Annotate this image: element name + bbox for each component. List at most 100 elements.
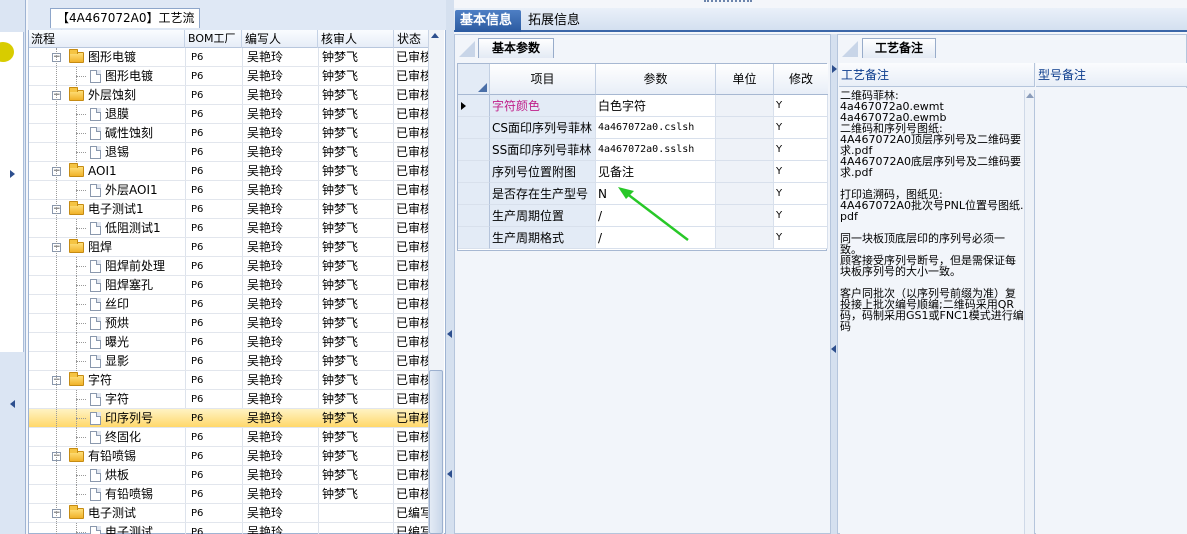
row-header[interactable]	[458, 139, 490, 161]
column-header-author[interactable]: 编写人	[243, 30, 318, 48]
column-header-status[interactable]: 状态	[395, 30, 431, 48]
row-header[interactable]	[458, 95, 490, 117]
grid-header-unit[interactable]: 单位	[716, 64, 774, 95]
reviewer-cell: 钟梦飞	[322, 278, 359, 292]
tree-row[interactable]: 曝光 P6 吴艳玲 钟梦飞 已审核	[29, 333, 431, 352]
param-item-cell: 字符颜色	[490, 95, 596, 117]
process-flow-tab[interactable]: 【4A467072A0】工艺流程	[50, 8, 200, 43]
param-modify-cell[interactable]: Y	[774, 117, 828, 139]
param-unit-cell[interactable]	[716, 139, 774, 161]
tree-row[interactable]: 外层AOI1 P6 吴艳玲 钟梦飞 已审核	[29, 181, 431, 200]
tree-row[interactable]: 阻焊前处理 P6 吴艳玲 钟梦飞 已审核	[29, 257, 431, 276]
param-value-cell[interactable]: 4a467072a0.cslsh	[596, 117, 716, 139]
param-row[interactable]: 序列号位置附图 见备注 Y	[458, 161, 828, 183]
tree-row[interactable]: 字符 P6 吴艳玲 钟梦飞 已审核	[29, 390, 431, 409]
tree-row[interactable]: 图形电镀 P6 吴艳玲 钟梦飞 已审核	[29, 67, 431, 86]
tree-row[interactable]: 预烘 P6 吴艳玲 钟梦飞 已审核	[29, 314, 431, 333]
tab-basic-params[interactable]: 基本参数	[478, 38, 554, 58]
param-modify-cell[interactable]: Y	[774, 205, 828, 227]
reviewer-cell: 钟梦飞	[322, 50, 359, 64]
notes-scroll-up-icon[interactable]	[1026, 93, 1034, 98]
tree-row[interactable]: 低阻测试1 P6 吴艳玲 钟梦飞 已审核	[29, 219, 431, 238]
row-header[interactable]	[458, 117, 490, 139]
param-row[interactable]: CS面印序列号菲林 4a467072a0.cslsh Y	[458, 117, 828, 139]
column-header-bom[interactable]: BOM工厂	[186, 30, 242, 48]
tree-row[interactable]: − 字符 P6 吴艳玲 钟梦飞 已审核	[29, 371, 431, 390]
column-header-reviewer[interactable]: 核审人	[319, 30, 394, 48]
process-notes-text[interactable]: 二维码菲林: 4a467072a0.ewmt 4a467072a0.ewmb 二…	[840, 90, 1024, 534]
grid-header-modify[interactable]: 修改	[774, 64, 828, 95]
grid-header-param[interactable]: 参数	[596, 64, 716, 95]
expand-right-icon[interactable]	[10, 170, 15, 178]
tree-row[interactable]: − AOI1 P6 吴艳玲 钟梦飞 已审核	[29, 162, 431, 181]
tree-row[interactable]: 有铅喷锡 P6 吴艳玲 钟梦飞 已审核	[29, 485, 431, 504]
tree-row[interactable]: − 电子测试1 P6 吴艳玲 钟梦飞 已审核	[29, 200, 431, 219]
tree-row[interactable]: 丝印 P6 吴艳玲 钟梦飞 已审核	[29, 295, 431, 314]
param-unit-cell[interactable]	[716, 183, 774, 205]
tree-row[interactable]: 电子测试 P6 吴艳玲 已编写	[29, 523, 431, 534]
tab-process-notes[interactable]: 工艺备注	[862, 38, 936, 58]
tree-row[interactable]: − 阻焊 P6 吴艳玲 钟梦飞 已审核	[29, 238, 431, 257]
row-header[interactable]	[458, 161, 490, 183]
author-cell: 吴艳玲	[247, 392, 284, 406]
tree-node-label: 电子测试1	[88, 202, 144, 216]
splitter2-collapse-icon[interactable]	[831, 345, 836, 353]
param-unit-cell[interactable]	[716, 95, 774, 117]
param-modify-cell[interactable]: Y	[774, 183, 828, 205]
tree-node-label: 字符	[105, 392, 130, 406]
tree-row[interactable]: 印序列号 P6 吴艳玲 钟梦飞 已审核	[29, 409, 431, 428]
tab-extended-info[interactable]: 拓展信息	[528, 10, 588, 32]
param-modify-cell[interactable]: Y	[774, 161, 828, 183]
author-cell: 吴艳玲	[247, 202, 284, 216]
bom-cell: P6	[191, 432, 204, 443]
param-unit-cell[interactable]	[716, 117, 774, 139]
model-notes-text[interactable]	[1036, 88, 1187, 534]
notes-scrollbar[interactable]	[1024, 90, 1035, 534]
tree-row[interactable]: − 图形电镀 P6 吴艳玲 钟梦飞 已审核	[29, 48, 431, 67]
status-cell: 已审核	[396, 221, 431, 235]
tree-row[interactable]: 碱性蚀刻 P6 吴艳玲 钟梦飞 已审核	[29, 124, 431, 143]
tab-basic-info[interactable]: 基本信息	[455, 10, 521, 32]
param-row[interactable]: 字符颜色 白色字符 Y	[458, 95, 828, 117]
tree-row[interactable]: 终固化 P6 吴艳玲 钟梦飞 已审核	[29, 428, 431, 447]
param-modify-cell[interactable]: Y	[774, 95, 828, 117]
status-cell: 已审核	[396, 335, 431, 349]
collapse-left-icon[interactable]	[10, 400, 15, 408]
row-header[interactable]	[458, 227, 490, 249]
bom-cell: P6	[191, 375, 204, 386]
row-header[interactable]	[458, 205, 490, 227]
bom-cell: P6	[191, 299, 204, 310]
scroll-up-icon[interactable]	[431, 33, 439, 38]
tree-row[interactable]: 显影 P6 吴艳玲 钟梦飞 已审核	[29, 352, 431, 371]
param-value-cell[interactable]: 4a467072a0.sslsh	[596, 139, 716, 161]
tree-row[interactable]: 退锡 P6 吴艳玲 钟梦飞 已审核	[29, 143, 431, 162]
top-grip-handle[interactable]	[704, 0, 752, 5]
param-unit-cell[interactable]	[716, 161, 774, 183]
tree-row[interactable]: 阻焊塞孔 P6 吴艳玲 钟梦飞 已审核	[29, 276, 431, 295]
param-value-cell[interactable]: 白色字符	[596, 95, 716, 117]
splitter-collapse-icon[interactable]	[447, 330, 452, 338]
splitter-collapse-icon-2[interactable]	[447, 470, 452, 478]
status-cell: 已审核	[396, 88, 431, 102]
tree-scroll-thumb[interactable]	[429, 370, 443, 534]
column-header-flow[interactable]: 流程	[29, 30, 185, 48]
tree-row[interactable]: 烘板 P6 吴艳玲 钟梦飞 已审核	[29, 466, 431, 485]
reviewer-cell: 钟梦飞	[322, 468, 359, 482]
param-value-cell[interactable]: 见备注	[596, 161, 716, 183]
param-unit-cell[interactable]	[716, 205, 774, 227]
param-unit-cell[interactable]	[716, 227, 774, 249]
param-row[interactable]: SS面印序列号菲林 4a467072a0.sslsh Y	[458, 139, 828, 161]
tree-row[interactable]: − 电子测试 P6 吴艳玲 已编写	[29, 504, 431, 523]
tree-node-label: 阻焊塞孔	[105, 278, 154, 292]
tree-row[interactable]: 退膜 P6 吴艳玲 钟梦飞 已审核	[29, 105, 431, 124]
author-cell: 吴艳玲	[247, 69, 284, 83]
reviewer-cell: 钟梦飞	[322, 335, 359, 349]
grid-header-item[interactable]: 项目	[490, 64, 596, 95]
row-header[interactable]	[458, 183, 490, 205]
tree-row[interactable]: − 外层蚀刻 P6 吴艳玲 钟梦飞 已审核	[29, 86, 431, 105]
param-modify-cell[interactable]: Y	[774, 139, 828, 161]
panel-splitter[interactable]	[446, 0, 454, 534]
param-modify-cell[interactable]: Y	[774, 227, 828, 249]
tree-row[interactable]: − 有铅喷锡 P6 吴艳玲 钟梦飞 已审核	[29, 447, 431, 466]
reviewer-cell: 钟梦飞	[322, 240, 359, 254]
